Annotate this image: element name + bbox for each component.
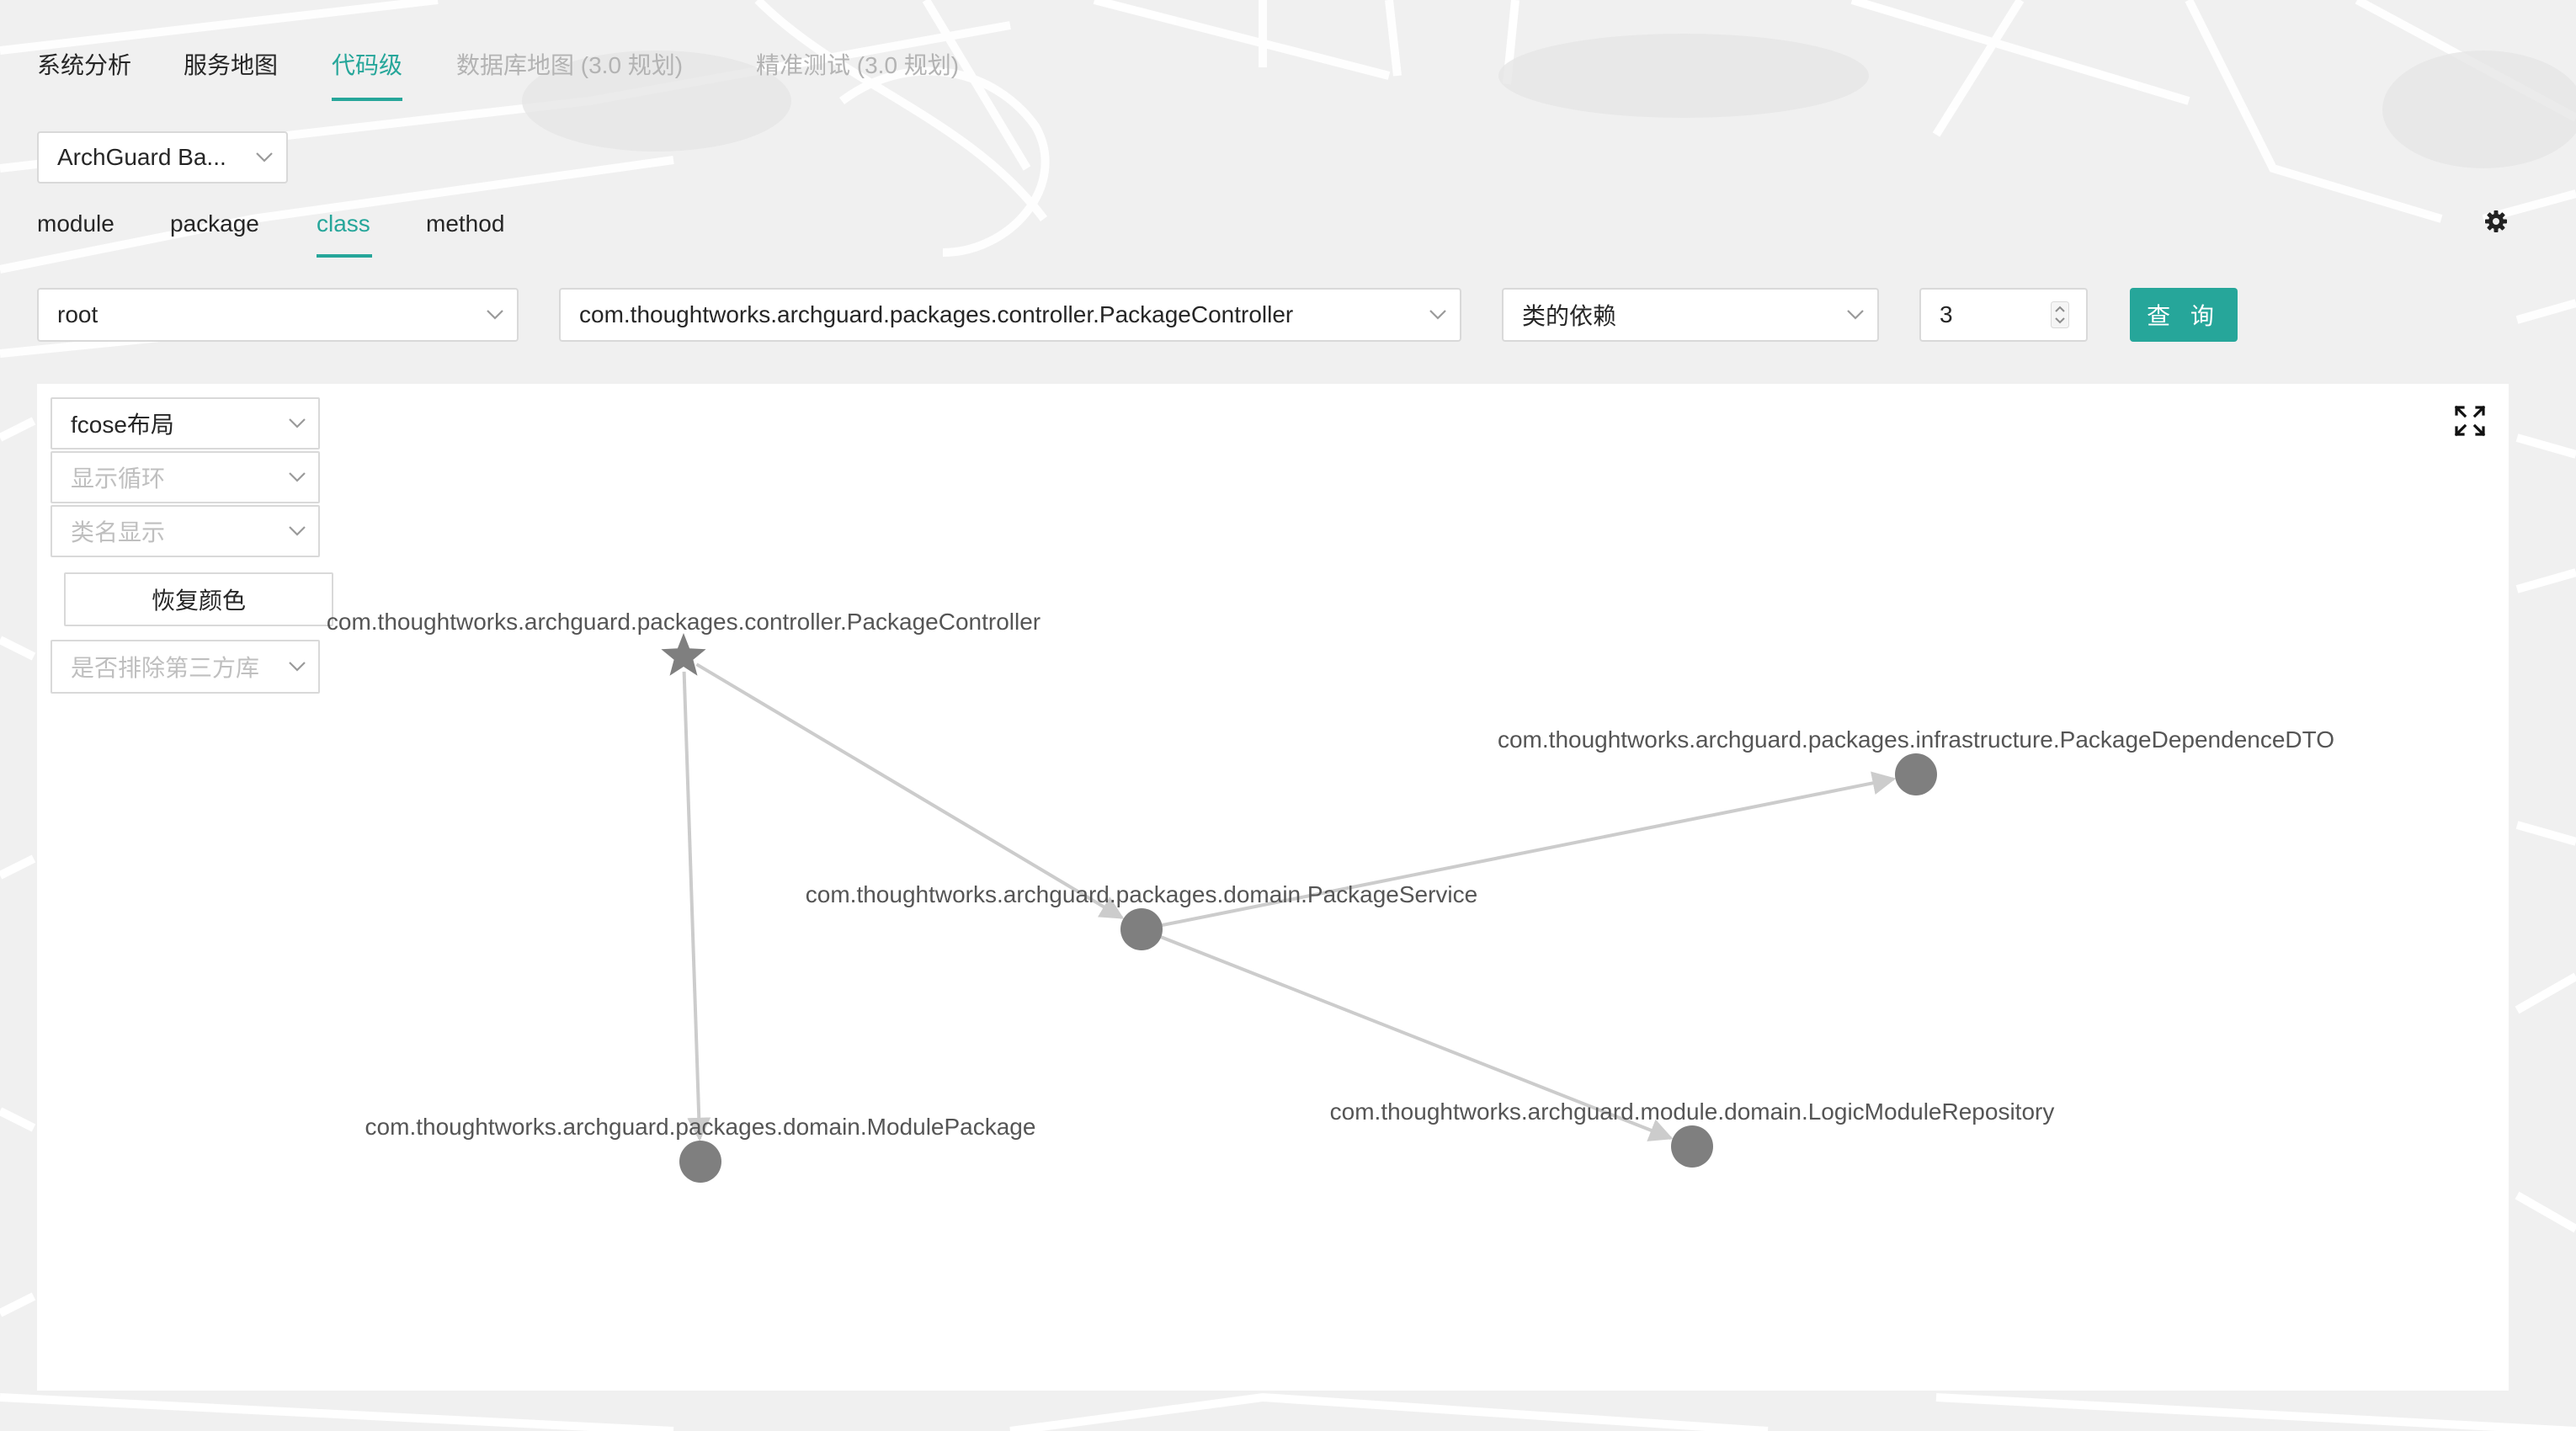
depth-input[interactable]: 3 [1919, 288, 2088, 342]
depth-stepper[interactable] [2046, 299, 2074, 331]
system-select-value: ArchGuard Ba... [57, 144, 226, 170]
reset-color-button[interactable]: 恢复颜色 [64, 572, 333, 626]
chevron-down-icon [473, 290, 517, 340]
tab-active-indicator [332, 98, 402, 101]
page: 系统分析 服务地图 代码级 数据库地图 (3.0 规划) 精准测试 (3.0 规… [0, 0, 2576, 1431]
level-tab-active-indicator [317, 254, 372, 258]
level-tab-class[interactable]: class [317, 209, 370, 239]
module-select-value: root [57, 301, 98, 327]
exclude-third-party-select[interactable]: 是否排除第三方库 [51, 640, 320, 694]
graph-node-label-repo: com.thoughtworks.archguard.module.domain… [1330, 1099, 2055, 1125]
tab-code-level[interactable]: 代码级 [332, 49, 402, 82]
chevron-down-icon [276, 661, 318, 673]
chevron-down-icon [1416, 290, 1460, 340]
tab-precise-testing: 精准测试 (3.0 规划) [756, 52, 960, 78]
graph-node-repo[interactable] [1671, 1125, 1713, 1168]
graph-node-service[interactable] [1120, 908, 1163, 950]
module-select[interactable]: root [37, 288, 519, 342]
layout-select[interactable]: fcose布局 [51, 397, 320, 450]
show-cycle-placeholder: 显示循环 [71, 465, 166, 492]
tab-system-analysis[interactable]: 系统分析 [37, 49, 131, 82]
chevron-down-icon [276, 471, 318, 483]
layout-select-value: fcose布局 [71, 412, 174, 438]
graph-node-label-service: com.thoughtworks.archguard.packages.doma… [806, 881, 1477, 907]
dependency-type-select[interactable]: 类的依赖 [1502, 288, 1879, 342]
class-name-display-placeholder: 类名显示 [71, 519, 166, 545]
dependency-type-value: 类的依赖 [1522, 303, 1617, 329]
class-name-display-select[interactable]: 类名显示 [51, 505, 320, 557]
class-select[interactable]: com.thoughtworks.archguard.packages.cont… [559, 288, 1461, 342]
show-cycle-select[interactable]: 显示循环 [51, 451, 320, 503]
chevron-down-icon [1834, 290, 1877, 340]
graph-node-dto[interactable] [1895, 753, 1937, 795]
exclude-third-party-placeholder: 是否排除第三方库 [71, 655, 260, 681]
level-tab-module[interactable]: module [37, 209, 114, 239]
chevron-down-icon [276, 418, 318, 429]
graph-node-label-modulepkg: com.thoughtworks.archguard.packages.doma… [365, 1114, 1036, 1140]
tab-database-map: 数据库地图 (3.0 规划) [456, 52, 684, 78]
class-select-value: com.thoughtworks.archguard.packages.cont… [579, 301, 1294, 327]
chevron-down-icon [276, 525, 318, 537]
system-select[interactable]: ArchGuard Ba... [37, 131, 288, 184]
chevron-down-icon [242, 133, 286, 182]
graph-node-modulepkg[interactable] [679, 1141, 721, 1183]
level-tab-package[interactable]: package [170, 209, 259, 239]
level-tab-method[interactable]: method [426, 209, 504, 239]
graph-node-label-dto: com.thoughtworks.archguard.packages.infr… [1498, 726, 2334, 753]
query-button[interactable]: 查 询 [2130, 288, 2238, 342]
tab-service-map[interactable]: 服务地图 [184, 49, 278, 82]
expand-icon[interactable] [2451, 402, 2488, 439]
graph-node-label-controller: com.thoughtworks.archguard.packages.cont… [327, 609, 1041, 635]
gear-icon[interactable] [2482, 207, 2510, 236]
depth-value: 3 [1940, 301, 1953, 327]
